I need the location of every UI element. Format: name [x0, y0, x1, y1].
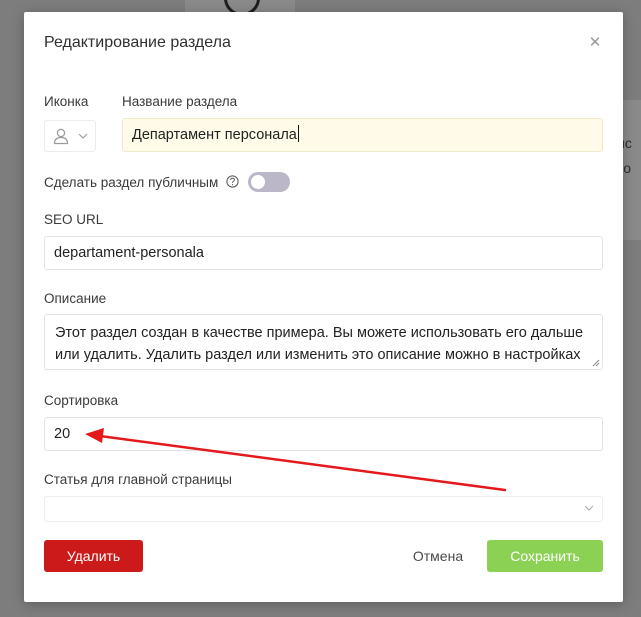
annotation-arrow: [85, 428, 507, 492]
